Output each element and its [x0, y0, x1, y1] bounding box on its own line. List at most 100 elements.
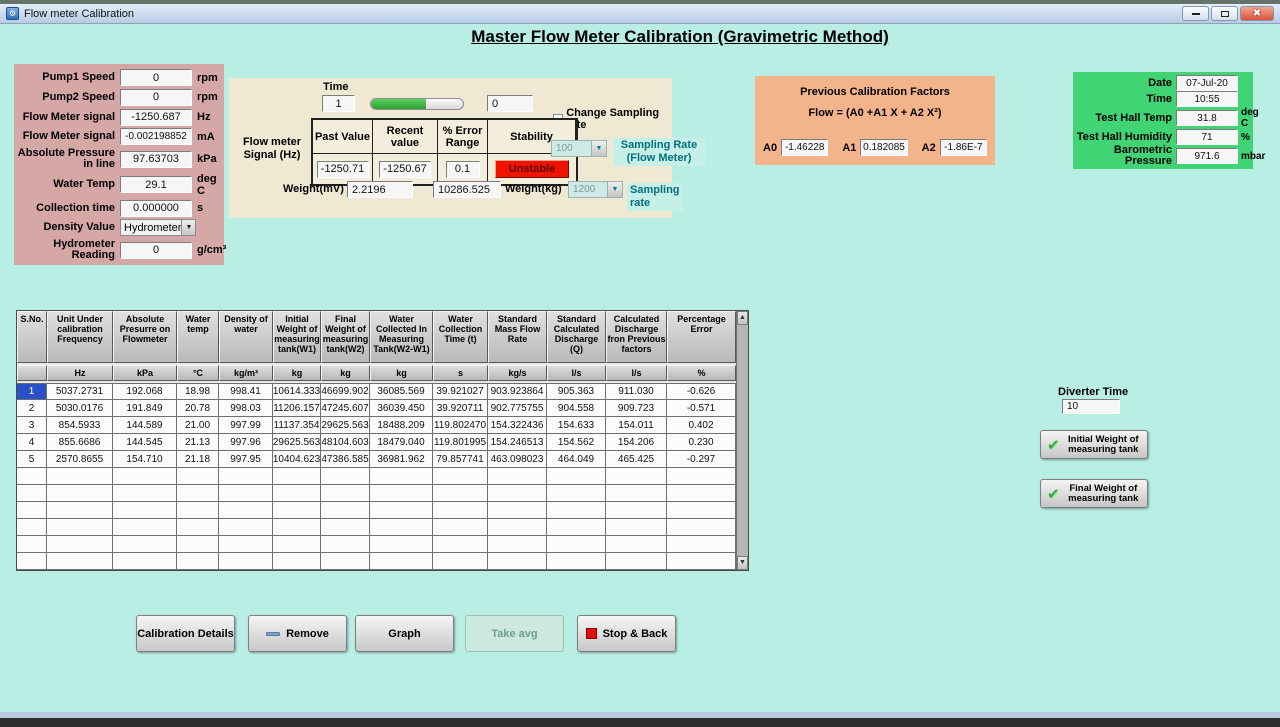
table-cell[interactable] [177, 553, 219, 570]
table-cell[interactable]: 119.801995 [433, 434, 488, 451]
table-cell[interactable]: 154.206 [606, 434, 667, 451]
table-cell[interactable] [113, 519, 177, 536]
table-cell[interactable] [219, 536, 273, 553]
table-cell[interactable] [321, 536, 370, 553]
table-cell[interactable] [47, 519, 113, 536]
table-cell[interactable] [17, 502, 47, 519]
table-cell[interactable] [219, 519, 273, 536]
a1-input[interactable]: 0.182085 [860, 139, 907, 156]
table-cell[interactable] [547, 502, 606, 519]
table-cell[interactable] [667, 553, 736, 570]
table-cell[interactable]: -0.297 [667, 451, 736, 468]
chevron-down-icon[interactable]: ▼ [591, 141, 606, 156]
table-scrollbar[interactable]: ▲ ▼ [736, 311, 748, 570]
table-cell[interactable]: 854.5933 [47, 417, 113, 434]
sampling-rate-flow-dropdown[interactable]: 100 ▼ [551, 140, 607, 157]
table-cell[interactable] [488, 502, 547, 519]
table-cell[interactable]: 11137.354 [273, 417, 321, 434]
table-cell[interactable]: 0.230 [667, 434, 736, 451]
table-cell[interactable] [370, 485, 433, 502]
table-cell[interactable]: 3 [17, 417, 47, 434]
table-cell[interactable]: 144.545 [113, 434, 177, 451]
table-cell[interactable] [667, 485, 736, 502]
table-cell[interactable] [433, 553, 488, 570]
table-cell[interactable] [113, 485, 177, 502]
table-cell[interactable] [17, 468, 47, 485]
table-cell[interactable] [47, 502, 113, 519]
table-cell[interactable]: 154.322436 [488, 417, 547, 434]
table-cell[interactable]: 5 [17, 451, 47, 468]
table-cell[interactable] [273, 536, 321, 553]
minimize-button[interactable] [1182, 6, 1209, 21]
table-cell[interactable] [273, 553, 321, 570]
table-cell[interactable]: 997.95 [219, 451, 273, 468]
table-cell[interactable]: 463.098023 [488, 451, 547, 468]
time-input[interactable]: 1 [322, 95, 355, 112]
table-cell[interactable] [667, 502, 736, 519]
table-cell[interactable]: 144.589 [113, 417, 177, 434]
table-cell[interactable] [219, 553, 273, 570]
table-cell[interactable] [177, 468, 219, 485]
table-cell[interactable]: 79.857741 [433, 451, 488, 468]
table-cell[interactable] [488, 553, 547, 570]
table-cell[interactable] [667, 468, 736, 485]
table-cell[interactable]: 997.99 [219, 417, 273, 434]
table-cell[interactable] [488, 519, 547, 536]
take-avg-button[interactable]: Take avg [465, 615, 564, 652]
table-cell[interactable]: 39.921027 [433, 383, 488, 400]
table-cell[interactable] [47, 553, 113, 570]
table-cell[interactable] [113, 502, 177, 519]
table-cell[interactable] [370, 502, 433, 519]
table-cell[interactable]: 909.723 [606, 400, 667, 417]
table-cell[interactable] [321, 468, 370, 485]
table-cell[interactable] [219, 502, 273, 519]
table-cell[interactable]: 191.849 [113, 400, 177, 417]
table-cell[interactable] [219, 485, 273, 502]
table-cell[interactable]: 11206.157 [273, 400, 321, 417]
table-cell[interactable]: -0.571 [667, 400, 736, 417]
table-cell[interactable] [321, 485, 370, 502]
stop-back-button[interactable]: Stop & Back [577, 615, 676, 652]
table-cell[interactable] [433, 502, 488, 519]
table-cell[interactable] [321, 502, 370, 519]
table-cell[interactable] [547, 485, 606, 502]
table-cell[interactable] [547, 536, 606, 553]
table-cell[interactable] [433, 468, 488, 485]
table-cell[interactable] [370, 553, 433, 570]
table-cell[interactable]: 46699.902 [321, 383, 370, 400]
table-cell[interactable] [177, 485, 219, 502]
table-cell[interactable] [547, 553, 606, 570]
table-cell[interactable] [177, 536, 219, 553]
maximize-button[interactable] [1211, 6, 1238, 21]
table-cell[interactable]: 855.6686 [47, 434, 113, 451]
table-cell[interactable] [606, 468, 667, 485]
table-cell[interactable] [113, 468, 177, 485]
table-cell[interactable] [177, 502, 219, 519]
table-cell[interactable]: 18479.040 [370, 434, 433, 451]
table-cell[interactable]: 154.562 [547, 434, 606, 451]
table-cell[interactable]: 10614.333 [273, 383, 321, 400]
remove-button[interactable]: Remove [248, 615, 347, 652]
table-cell[interactable]: 154.011 [606, 417, 667, 434]
table-cell[interactable]: 20.78 [177, 400, 219, 417]
table-cell[interactable] [321, 553, 370, 570]
table-cell[interactable]: 2 [17, 400, 47, 417]
table-cell[interactable]: 998.41 [219, 383, 273, 400]
table-cell[interactable]: 21.13 [177, 434, 219, 451]
density-value-dropdown[interactable]: Hydrometer ▼ [120, 219, 196, 236]
table-cell[interactable]: -0.626 [667, 383, 736, 400]
table-cell[interactable] [606, 553, 667, 570]
initial-weight-button[interactable]: ✔ Initial Weight of measuring tank [1040, 430, 1148, 459]
table-cell[interactable] [433, 485, 488, 502]
chevron-down-icon[interactable]: ▼ [181, 220, 195, 235]
table-cell[interactable] [547, 468, 606, 485]
table-cell[interactable]: 154.710 [113, 451, 177, 468]
table-cell[interactable] [433, 519, 488, 536]
table-cell[interactable]: 998.03 [219, 400, 273, 417]
table-cell[interactable] [273, 519, 321, 536]
table-cell[interactable]: 903.923864 [488, 383, 547, 400]
close-button[interactable]: ✖ [1240, 6, 1274, 21]
table-cell[interactable]: 2570.8655 [47, 451, 113, 468]
final-weight-button[interactable]: ✔ Final Weight of measuring tank [1040, 479, 1148, 508]
table-cell[interactable]: 465.425 [606, 451, 667, 468]
